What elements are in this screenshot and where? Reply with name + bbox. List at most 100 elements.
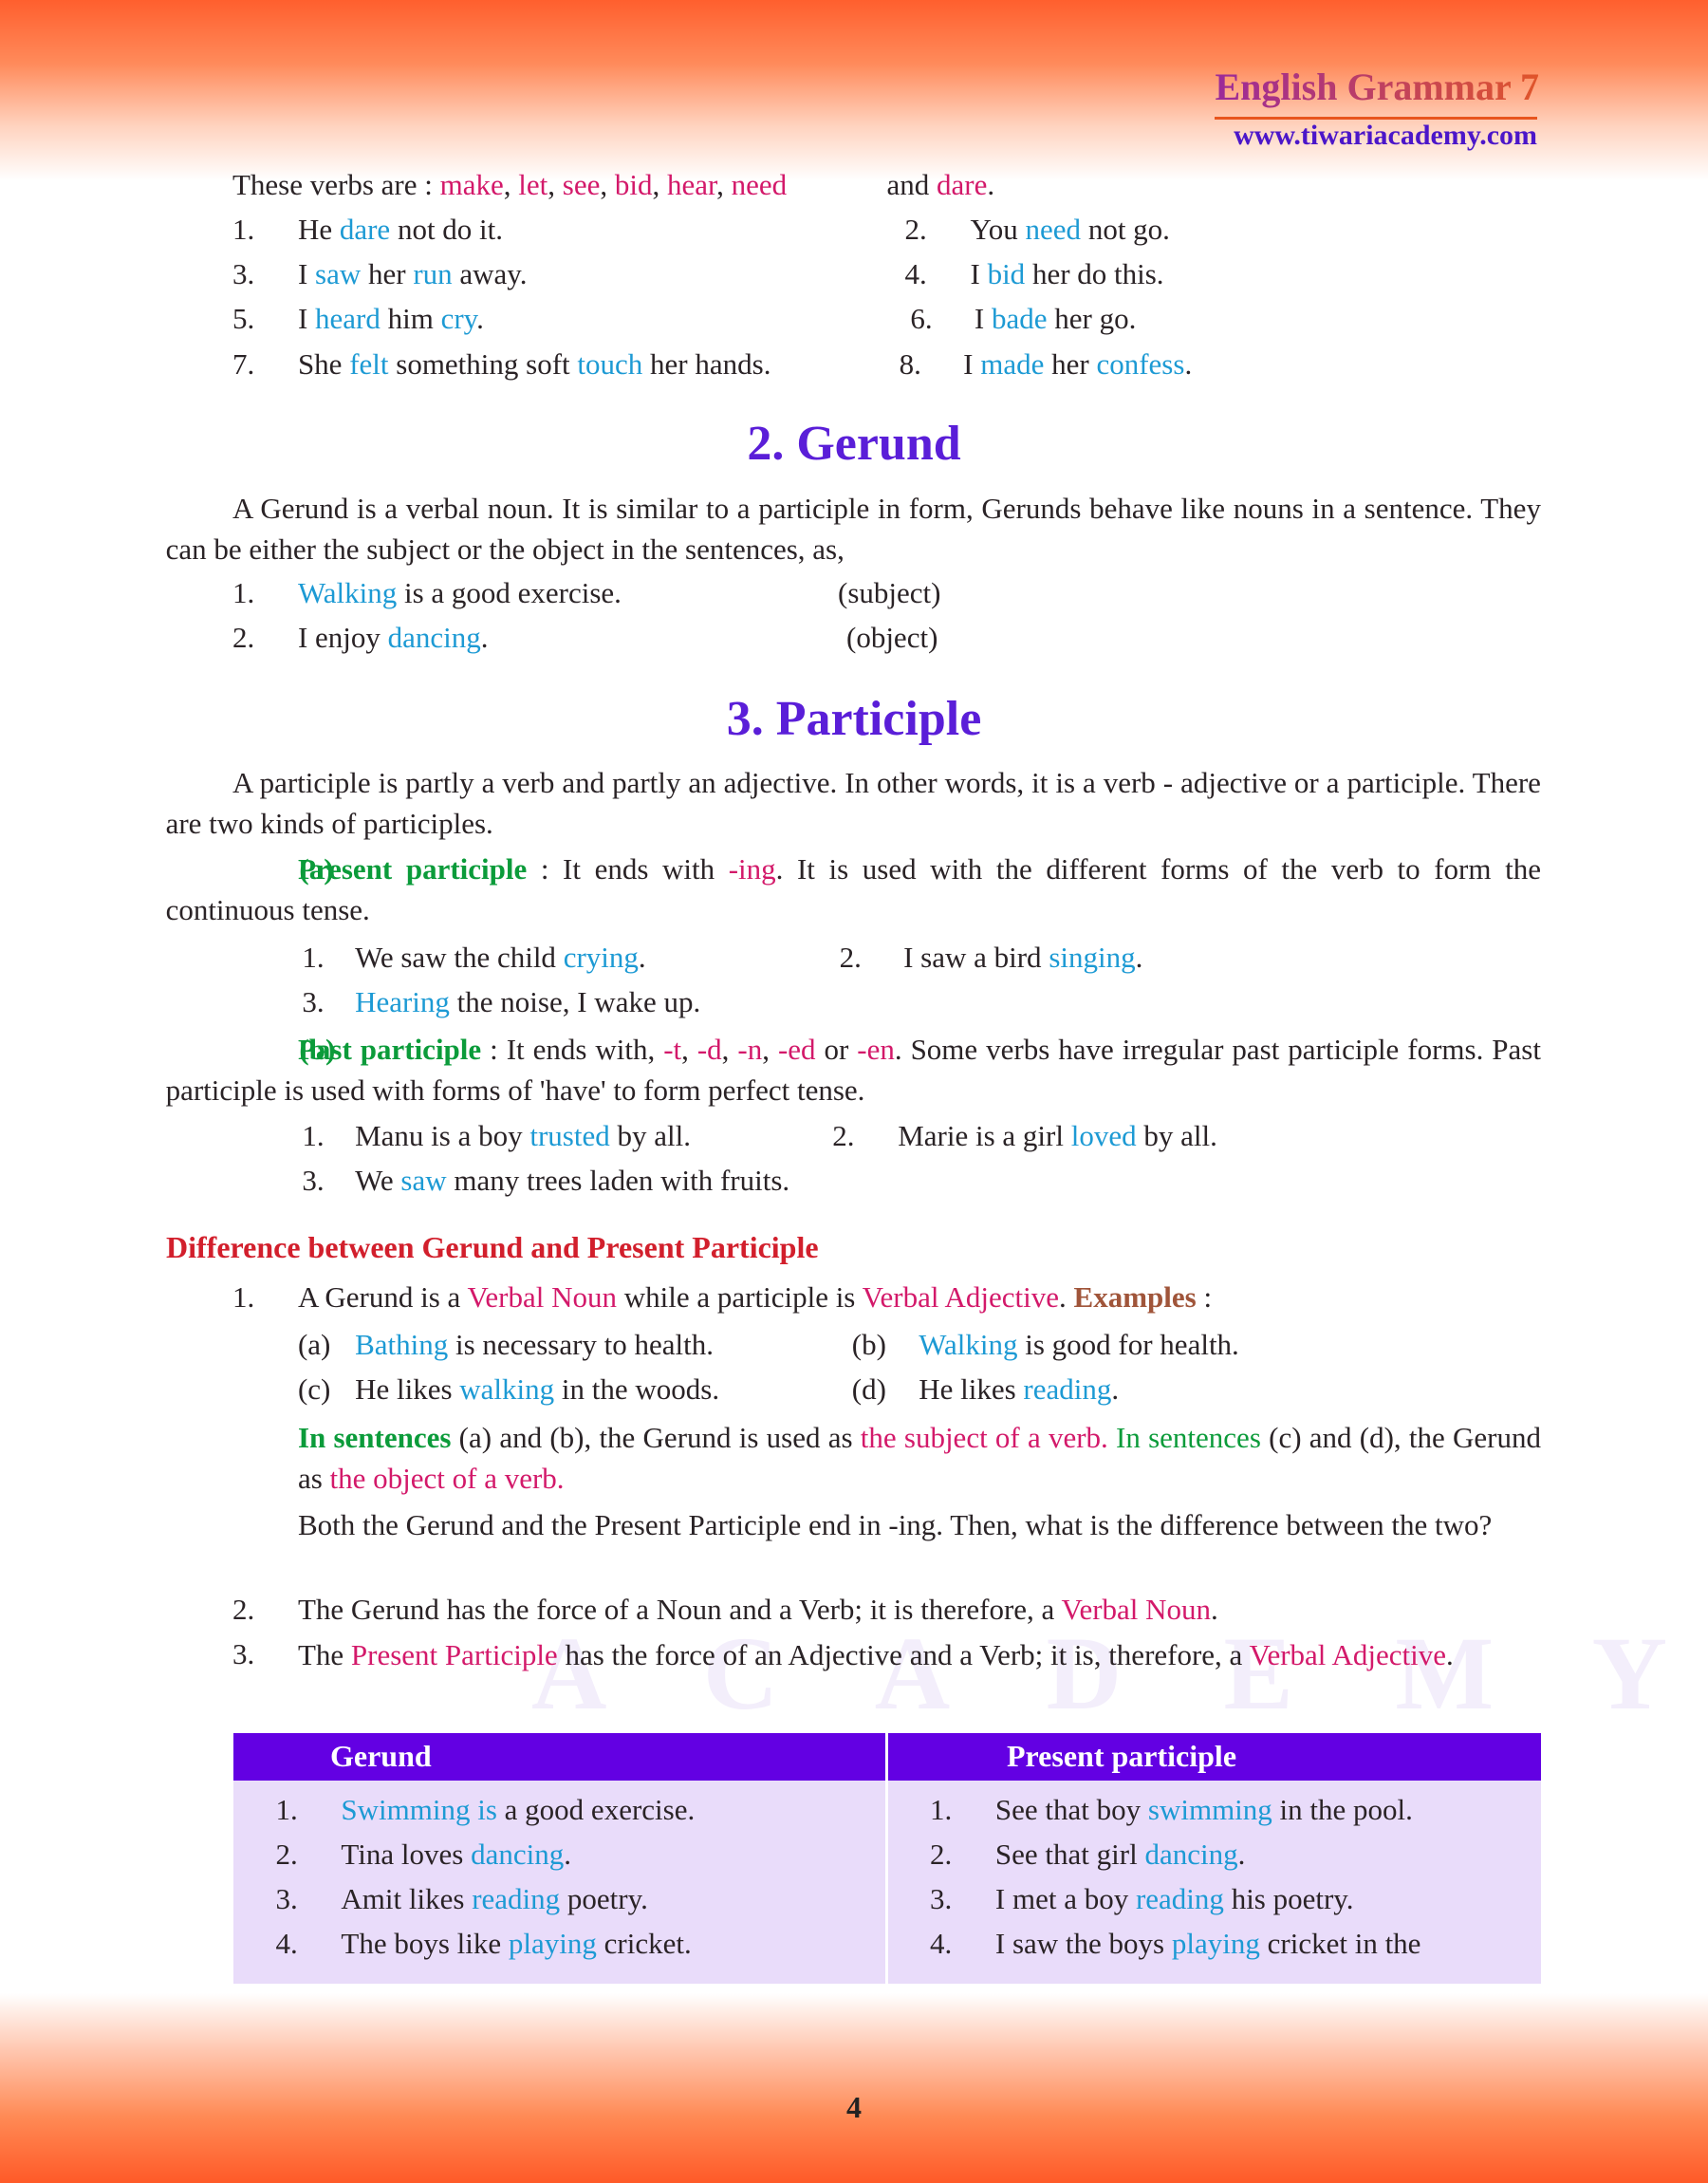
highlighted-term: need — [1025, 213, 1082, 247]
text-segment: A Gerund is a verbal noun. It is similar… — [165, 492, 1541, 567]
verb-example: I bade her go. — [975, 300, 1136, 338]
list-number: 2. — [232, 620, 255, 654]
text-segment: , — [548, 168, 563, 202]
highlighted-term: Examples — [1073, 1280, 1197, 1315]
verbs-intro-end: and dare. — [886, 166, 994, 204]
difference-example: He likes reading. — [919, 1371, 1119, 1409]
text-segment: or — [815, 1032, 858, 1066]
highlighted-term: Swimming is — [341, 1793, 497, 1827]
highlighted-term: reading — [1023, 1372, 1112, 1407]
text-segment: I met a boy — [994, 1881, 1136, 1915]
highlighted-term: confess — [1096, 347, 1185, 382]
list-number: 2. — [832, 1119, 855, 1153]
text-segment: the noise, I wake up. — [449, 985, 701, 1019]
text-segment: by all. — [1136, 1119, 1217, 1153]
page-number: 4 — [846, 2090, 862, 2124]
past-participle-example: Marie is a girl loved by all. — [898, 1117, 1217, 1155]
highlighted-term: saw — [315, 256, 362, 290]
list-number: 4. — [929, 1926, 953, 1960]
text-segment: , — [652, 168, 667, 202]
text-segment: Manu is a boy — [355, 1119, 530, 1153]
highlighted-term: Hearing — [355, 985, 450, 1019]
text-segment: We — [355, 1164, 401, 1198]
text-segment: A Gerund is a — [297, 1280, 468, 1315]
verb-example: She felt something soft touch her hands. — [298, 345, 771, 383]
table-cell-present-participle: See that girl dancing. — [995, 1836, 1245, 1874]
list-number: 6. — [910, 301, 933, 335]
text-segment: something soft — [388, 347, 578, 382]
text-segment: . — [1211, 1592, 1218, 1626]
text-segment: . — [1445, 1637, 1454, 1671]
text-segment: . — [1237, 1838, 1246, 1872]
text-segment: away. — [452, 256, 528, 290]
text-segment: her do this. — [1025, 256, 1164, 290]
text-segment: her — [361, 256, 414, 290]
highlighted-term: In sentences — [1116, 1420, 1261, 1454]
list-number: 3. — [302, 985, 325, 1019]
highlighted-term: -ed — [777, 1032, 816, 1066]
section-heading-gerund: 2. Gerund — [747, 417, 961, 471]
highlighted-term: the object of a verb. — [329, 1461, 565, 1495]
table-cell-gerund: Tina loves dancing. — [341, 1836, 571, 1874]
text-segment: not go. — [1081, 213, 1170, 247]
list-number: 3. — [929, 1881, 953, 1915]
list-number: 1. — [275, 1793, 298, 1827]
text-segment: . — [1111, 1372, 1120, 1407]
highlighted-term: Past participle — [297, 1032, 482, 1066]
table-cell-gerund: Swimming is a good exercise. — [341, 1791, 695, 1829]
highlighted-term: -n — [737, 1032, 763, 1066]
highlighted-term: dare — [936, 168, 988, 202]
text-segment: is good for health. — [1017, 1328, 1239, 1362]
list-number: 4. — [904, 256, 927, 290]
difference-heading: Difference between Gerund and Present Pa… — [166, 1230, 819, 1264]
text-segment: him — [380, 301, 441, 335]
highlighted-term: Verbal Noun — [467, 1280, 618, 1315]
verb-example: I saw her run away. — [298, 255, 528, 293]
text-segment: She — [297, 347, 350, 382]
difference-point: A Gerund is a Verbal Noun while a partic… — [298, 1278, 1212, 1316]
list-number: 3. — [232, 256, 255, 290]
highlighted-term: bade — [991, 301, 1048, 335]
list-number: 4. — [275, 1926, 298, 1960]
highlighted-term: -ing — [728, 852, 776, 886]
text-segment: . — [564, 1838, 571, 1872]
highlighted-term: walking — [459, 1372, 555, 1407]
highlighted-term: singing — [1049, 941, 1136, 975]
text-segment: : It ends with, — [481, 1032, 664, 1066]
present-participle-example: We saw the child crying. — [355, 939, 646, 977]
text-segment: poetry. — [560, 1881, 648, 1915]
text-segment: , — [721, 1032, 738, 1066]
text-segment: . — [1184, 347, 1193, 382]
list-number: 1. — [302, 941, 325, 975]
verb-example: I made her confess. — [963, 345, 1192, 383]
note-object: (object) — [846, 621, 938, 654]
highlighted-term: playing — [1171, 1926, 1260, 1960]
website-link[interactable]: www.tiwariacademy.com — [1234, 120, 1537, 152]
text-segment: I — [297, 301, 316, 335]
highlighted-term: crying — [563, 941, 639, 975]
past-participle-example: Manu is a boy trusted by all. — [355, 1117, 691, 1155]
list-number: 3. — [302, 1164, 325, 1198]
participle-definition: A participle is partly a verb and partly… — [166, 762, 1541, 844]
highlighted-term: (a) — [299, 852, 334, 886]
text-segment: Both the Gerund and the Present Particip… — [297, 1508, 1493, 1542]
text-segment: . — [1135, 941, 1143, 975]
difference-point: The Gerund has the force of a Noun and a… — [298, 1591, 1218, 1629]
text-segment: I enjoy — [297, 620, 388, 654]
text-segment: These verbs are : — [232, 168, 440, 202]
list-number: 1. — [929, 1793, 953, 1827]
text-segment: has the force of an Adjective and a Verb… — [557, 1637, 1250, 1671]
text-segment: I — [963, 347, 981, 382]
list-number: (c) — [297, 1372, 331, 1407]
list-number: (b) — [851, 1328, 886, 1362]
text-segment: . — [480, 620, 489, 654]
gerund-example: I enjoy dancing. — [298, 619, 489, 657]
highlighted-term: bid — [987, 256, 1026, 290]
highlighted-term: -en — [857, 1032, 895, 1066]
text-segment: and — [886, 168, 937, 202]
list-number: 1. — [232, 575, 255, 609]
text-segment: by all. — [609, 1119, 691, 1153]
highlighted-term: Bathing — [355, 1328, 449, 1362]
highlighted-term: hear — [666, 168, 717, 202]
text-segment: The — [297, 1637, 351, 1671]
